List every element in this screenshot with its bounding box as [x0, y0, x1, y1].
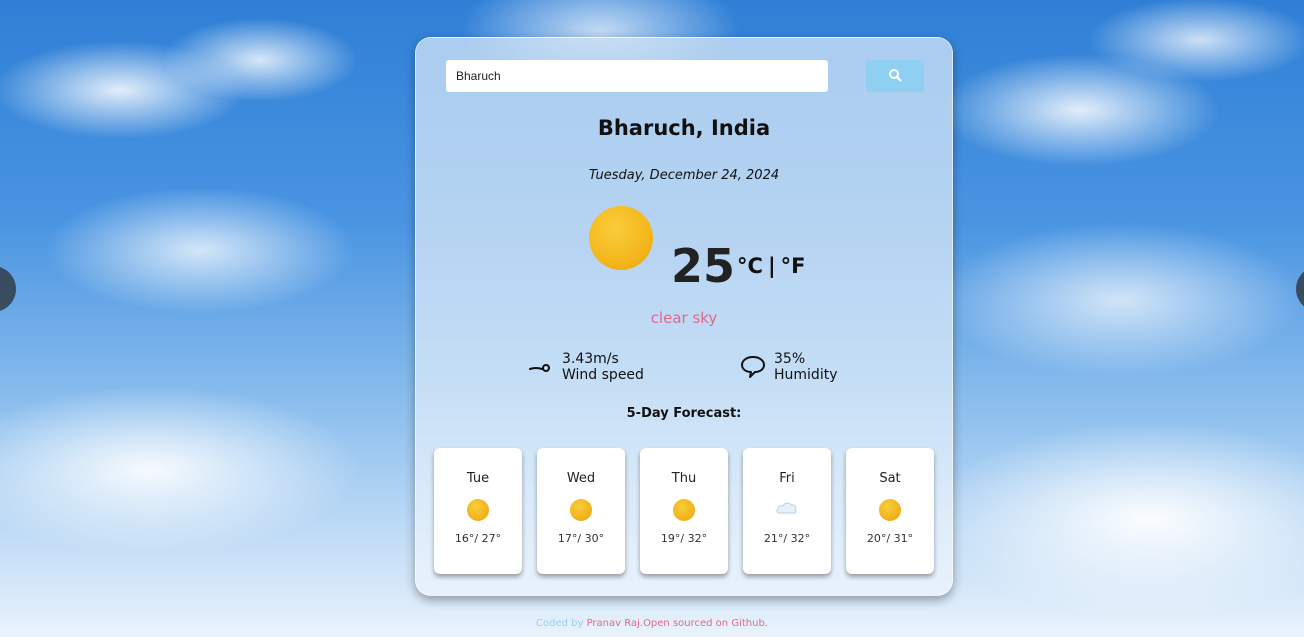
forecast-card-fri: Fri 21°/ 32°: [743, 448, 831, 574]
github-link[interactable]: Open sourced on Github.: [643, 618, 768, 629]
forecast-temps: 21°/ 32°: [763, 532, 811, 545]
wind-speed-label: Wind speed: [562, 367, 644, 383]
sun-icon: [467, 499, 489, 521]
sun-icon: [673, 499, 695, 521]
forecast-card-wed: Wed 17°/ 30°: [537, 448, 625, 574]
humidity-stat: 35% Humidity: [740, 351, 837, 383]
unit-separator: |: [767, 254, 776, 278]
forecast-temps: 16°/ 27°: [454, 532, 502, 545]
forecast-card-sat: Sat 20°/ 31°: [846, 448, 934, 574]
forecast-day: Tue: [466, 471, 490, 486]
current-date: Tuesday, December 24, 2024: [588, 168, 780, 183]
sun-icon: [570, 499, 592, 521]
fahrenheit-toggle[interactable]: °F: [781, 254, 806, 278]
forecast-day: Fri: [779, 471, 795, 486]
cloud-icon: [775, 500, 799, 520]
sun-icon: [589, 206, 653, 270]
wind-icon: [528, 354, 554, 380]
city-title: Bharuch, India: [597, 116, 771, 140]
footer: Coded by Pranav Raj.Open sourced on Gith…: [0, 618, 1304, 629]
forecast-list: Tue 16°/ 27° Wed 17°/ 30° Thu 19°/ 32° F…: [434, 448, 934, 574]
author-link[interactable]: Pranav Raj.: [587, 618, 643, 629]
forecast-temps: 20°/ 31°: [866, 532, 914, 545]
search-button[interactable]: [866, 60, 924, 92]
search-icon: [888, 68, 902, 85]
forecast-day: Wed: [566, 471, 596, 486]
weather-card: Bharuch, India Tuesday, December 24, 202…: [415, 37, 953, 596]
temperature-display: 25 °C | °F: [671, 243, 805, 289]
sun-icon: [879, 499, 901, 521]
forecast-day: Thu: [671, 471, 697, 486]
footer-credit: Coded by: [536, 618, 587, 629]
forecast-temps: 19°/ 32°: [660, 532, 708, 545]
humidity-icon: [740, 354, 766, 380]
humidity-label: Humidity: [774, 367, 838, 383]
next-arrow-button[interactable]: [1296, 266, 1304, 312]
wind-speed-value: 3.43m/s: [562, 351, 619, 367]
celsius-toggle[interactable]: °C: [737, 254, 763, 278]
temperature-value: 25: [671, 239, 736, 293]
forecast-title: 5-Day Forecast:: [626, 406, 742, 421]
forecast-temps: 17°/ 30°: [557, 532, 605, 545]
forecast-card-tue: Tue 16°/ 27°: [434, 448, 522, 574]
weather-condition: clear sky: [650, 309, 718, 327]
city-search-input[interactable]: [446, 60, 828, 92]
previous-arrow-button[interactable]: [0, 266, 16, 312]
humidity-value: 35%: [774, 351, 806, 367]
wind-stat: 3.43m/s Wind speed: [528, 351, 644, 383]
forecast-day: Sat: [879, 471, 901, 486]
forecast-card-thu: Thu 19°/ 32°: [640, 448, 728, 574]
